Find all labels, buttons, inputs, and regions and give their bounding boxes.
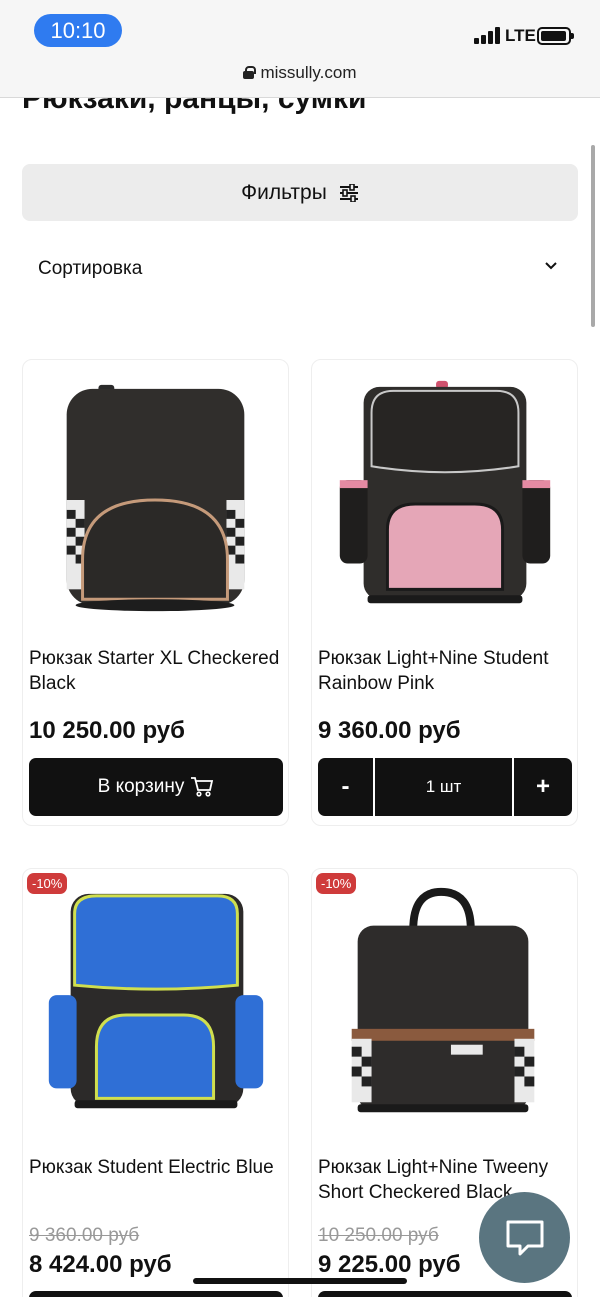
url-text: missully.com [260, 63, 357, 82]
cellular-signal-icon [474, 27, 500, 44]
browser-chrome: 10:10 LTE missully.com [0, 0, 600, 98]
add-to-cart-button[interactable] [29, 1291, 283, 1297]
product-name[interactable]: Рюкзак Light+Nine Student Rainbow Pink [318, 646, 573, 696]
chevron-down-icon[interactable] [541, 259, 561, 273]
cart-icon [191, 777, 214, 797]
filters-label: Фильтры [241, 180, 327, 204]
home-indicator[interactable] [193, 1278, 407, 1284]
add-to-cart-button[interactable] [318, 1291, 572, 1297]
product-image[interactable] [312, 869, 577, 1149]
discount-badge: -10% [27, 873, 68, 894]
product-image[interactable] [312, 360, 577, 640]
chat-button[interactable] [479, 1192, 570, 1283]
chat-bubble-icon [506, 1220, 543, 1255]
old-price: 9 360.00 руб [29, 1225, 140, 1246]
product-image[interactable] [23, 360, 288, 640]
product-price: 10 250.00 руб [29, 717, 185, 744]
sort-dropdown[interactable]: Сортировка [38, 258, 142, 280]
battery-icon [537, 27, 574, 45]
status-time: 10:10 [34, 14, 122, 47]
product-card[interactable]: Рюкзак Starter XL Checkered Black 10 250… [22, 359, 289, 826]
discount-badge: -10% [316, 873, 357, 894]
add-to-cart-label: В корзину [97, 776, 185, 797]
product-name[interactable]: Рюкзак Starter XL Checkered Black [29, 646, 284, 696]
address-bar[interactable]: missully.com [0, 63, 600, 83]
product-price: 8 424.00 руб [29, 1251, 172, 1278]
product-price: 9 225.00 руб [318, 1251, 461, 1278]
quantity-decrease-button[interactable]: - [318, 758, 375, 816]
page-scrollbar[interactable] [591, 145, 595, 327]
lock-icon [243, 66, 257, 79]
product-image[interactable] [23, 869, 288, 1149]
product-price: 9 360.00 руб [318, 717, 461, 744]
product-card[interactable]: Рюкзак Light+Nine Student Rainbow Pink 9… [311, 359, 578, 826]
filters-button[interactable]: Фильтры [22, 164, 578, 221]
old-price: 10 250.00 руб [318, 1225, 439, 1246]
quantity-increase-button[interactable]: + [514, 758, 572, 816]
sliders-icon [339, 183, 358, 202]
quantity-value: 1 шт [375, 758, 514, 816]
add-to-cart-button[interactable]: В корзину [29, 758, 283, 816]
product-card[interactable]: -10% Рюкзак Student Electric Blue 9 360.… [22, 868, 289, 1297]
network-type: LTE [505, 26, 536, 45]
quantity-stepper: - 1 шт + [318, 758, 572, 816]
product-name[interactable]: Рюкзак Student Electric Blue [29, 1155, 284, 1180]
